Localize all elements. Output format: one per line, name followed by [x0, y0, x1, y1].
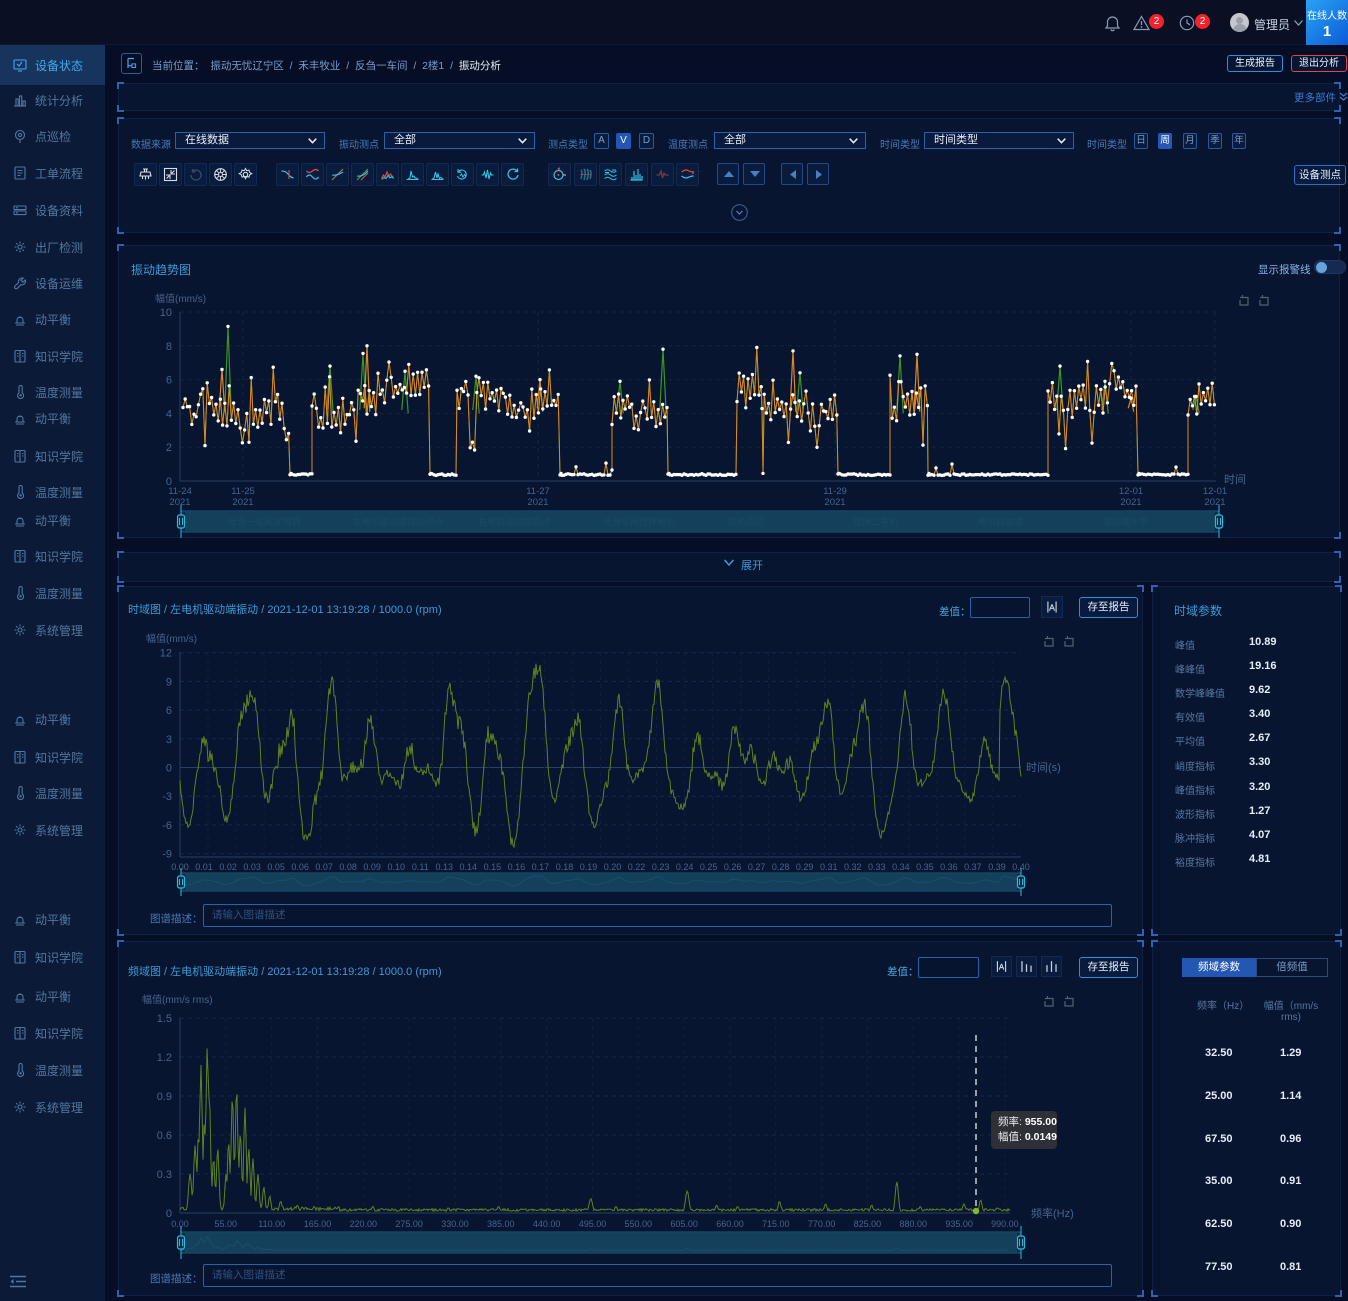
svg-text:0.03: 0.03	[243, 862, 261, 872]
svg-text:275.00: 275.00	[395, 1219, 423, 1229]
svg-text:0.34: 0.34	[892, 862, 910, 872]
svg-text:0.31: 0.31	[820, 862, 838, 872]
svg-text:反刍一车间2F搅拌: 反刍一车间2F搅拌	[228, 516, 302, 527]
svg-text:0.00: 0.00	[171, 862, 189, 872]
svg-text:12: 12	[160, 648, 172, 660]
svg-text:880.00: 880.00	[900, 1219, 928, 1229]
svg-text:440.00: 440.00	[533, 1219, 561, 1229]
svg-text:0.27: 0.27	[748, 862, 766, 872]
svg-text:0.06: 0.06	[291, 862, 309, 872]
svg-text:0.19: 0.19	[580, 862, 598, 872]
svg-text:驱动端水平: 驱动端水平	[1103, 516, 1148, 527]
svg-text:825.00: 825.00	[854, 1219, 882, 1229]
svg-text:0.16: 0.16	[508, 862, 526, 872]
svg-text:0.3: 0.3	[157, 1169, 172, 1181]
svg-text:935.00: 935.00	[945, 1219, 973, 1229]
svg-text:385.00: 385.00	[487, 1219, 515, 1229]
svg-text:11-24: 11-24	[168, 486, 192, 497]
svg-text:1.5: 1.5	[157, 1013, 172, 1025]
svg-text:0.15: 0.15	[484, 862, 502, 872]
svg-text:0.33: 0.33	[868, 862, 886, 872]
svg-text:4: 4	[166, 408, 172, 420]
svg-text:2: 2	[166, 442, 172, 454]
svg-text:9: 9	[166, 676, 172, 688]
svg-text:0: 0	[166, 763, 172, 775]
svg-text:11-25: 11-25	[231, 486, 255, 497]
svg-text:605.00: 605.00	[670, 1219, 698, 1229]
svg-text:220.00: 220.00	[350, 1219, 378, 1229]
svg-text:6: 6	[166, 705, 172, 717]
svg-text:电机自由端: 电机自由端	[978, 516, 1023, 527]
svg-text:550.00: 550.00	[625, 1219, 653, 1229]
svg-text:10: 10	[160, 307, 172, 319]
svg-text:715.00: 715.00	[762, 1219, 790, 1229]
svg-text:2021: 2021	[1120, 497, 1141, 508]
svg-text:0.00: 0.00	[171, 1219, 189, 1229]
svg-text:0.29: 0.29	[796, 862, 814, 872]
svg-text:0.28: 0.28	[772, 862, 790, 872]
svg-text:反刍车间搅拌电机: 反刍车间搅拌电机	[603, 516, 675, 527]
svg-text:0.23: 0.23	[652, 862, 670, 872]
svg-text:0.18: 0.18	[556, 862, 574, 872]
svg-text:0.10: 0.10	[388, 862, 406, 872]
svg-text:2021: 2021	[232, 497, 253, 508]
svg-text:0.09: 0.09	[363, 862, 381, 872]
svg-text:2021: 2021	[824, 497, 845, 508]
svg-text:0.11: 0.11	[412, 862, 429, 872]
svg-text:左电机驱动端振动测点: 左电机驱动端振动测点	[353, 516, 443, 527]
svg-text:0.05: 0.05	[267, 862, 285, 872]
svg-text:11-29: 11-29	[823, 486, 847, 497]
svg-text:0.20: 0.20	[604, 862, 622, 872]
svg-text:3: 3	[166, 734, 172, 746]
svg-text:12-01: 12-01	[1203, 486, 1227, 497]
svg-text:0.35: 0.35	[916, 862, 934, 872]
svg-text:振动测试: 振动测试	[728, 516, 764, 527]
svg-text:-9: -9	[162, 849, 172, 861]
svg-text:1.2: 1.2	[157, 1052, 172, 1064]
svg-text:0.25: 0.25	[700, 862, 718, 872]
svg-text:搅拌二号机: 搅拌二号机	[853, 516, 898, 527]
svg-text:165.00: 165.00	[304, 1219, 332, 1229]
svg-text:0.02: 0.02	[219, 862, 237, 872]
svg-text:0.07: 0.07	[315, 862, 333, 872]
svg-text:0.36: 0.36	[940, 862, 958, 872]
svg-text:-3: -3	[162, 791, 172, 803]
svg-text:0.26: 0.26	[724, 862, 742, 872]
svg-text:0.14: 0.14	[460, 862, 478, 872]
svg-text:0.01: 0.01	[195, 862, 213, 872]
svg-text:770.00: 770.00	[808, 1219, 836, 1229]
svg-text:495.00: 495.00	[579, 1219, 607, 1229]
svg-text:-6: -6	[162, 820, 172, 832]
svg-text:0.32: 0.32	[844, 862, 862, 872]
svg-text:55.00: 55.00	[215, 1219, 238, 1229]
svg-text:12-01: 12-01	[1119, 486, 1143, 497]
svg-text:0.6: 0.6	[157, 1130, 172, 1142]
svg-text:110.00: 110.00	[258, 1219, 285, 1229]
svg-text:时间: 时间	[1224, 473, 1246, 486]
svg-text:0.37: 0.37	[964, 862, 982, 872]
svg-text:0.08: 0.08	[339, 862, 357, 872]
svg-text:11-27: 11-27	[526, 486, 550, 497]
svg-text:右电机驱动端振动: 右电机驱动端振动	[478, 516, 550, 527]
svg-text:0.22: 0.22	[628, 862, 646, 872]
svg-text:990.00: 990.00	[991, 1219, 1019, 1229]
svg-text:660.00: 660.00	[716, 1219, 744, 1229]
svg-text:2021: 2021	[169, 497, 190, 508]
svg-text:8: 8	[166, 341, 172, 353]
svg-text:2021: 2021	[527, 497, 548, 508]
svg-text:0.17: 0.17	[532, 862, 550, 872]
svg-text:330.00: 330.00	[441, 1219, 469, 1229]
svg-text:0.24: 0.24	[676, 862, 694, 872]
svg-text:2021: 2021	[1204, 497, 1225, 508]
svg-text:0.13: 0.13	[436, 862, 454, 872]
svg-text:频率(Hz): 频率(Hz)	[1031, 1206, 1074, 1220]
svg-text:0.9: 0.9	[157, 1091, 172, 1103]
svg-text:6: 6	[166, 375, 172, 387]
svg-text:时间(s): 时间(s)	[1026, 761, 1061, 774]
svg-text:0.39: 0.39	[988, 862, 1006, 872]
